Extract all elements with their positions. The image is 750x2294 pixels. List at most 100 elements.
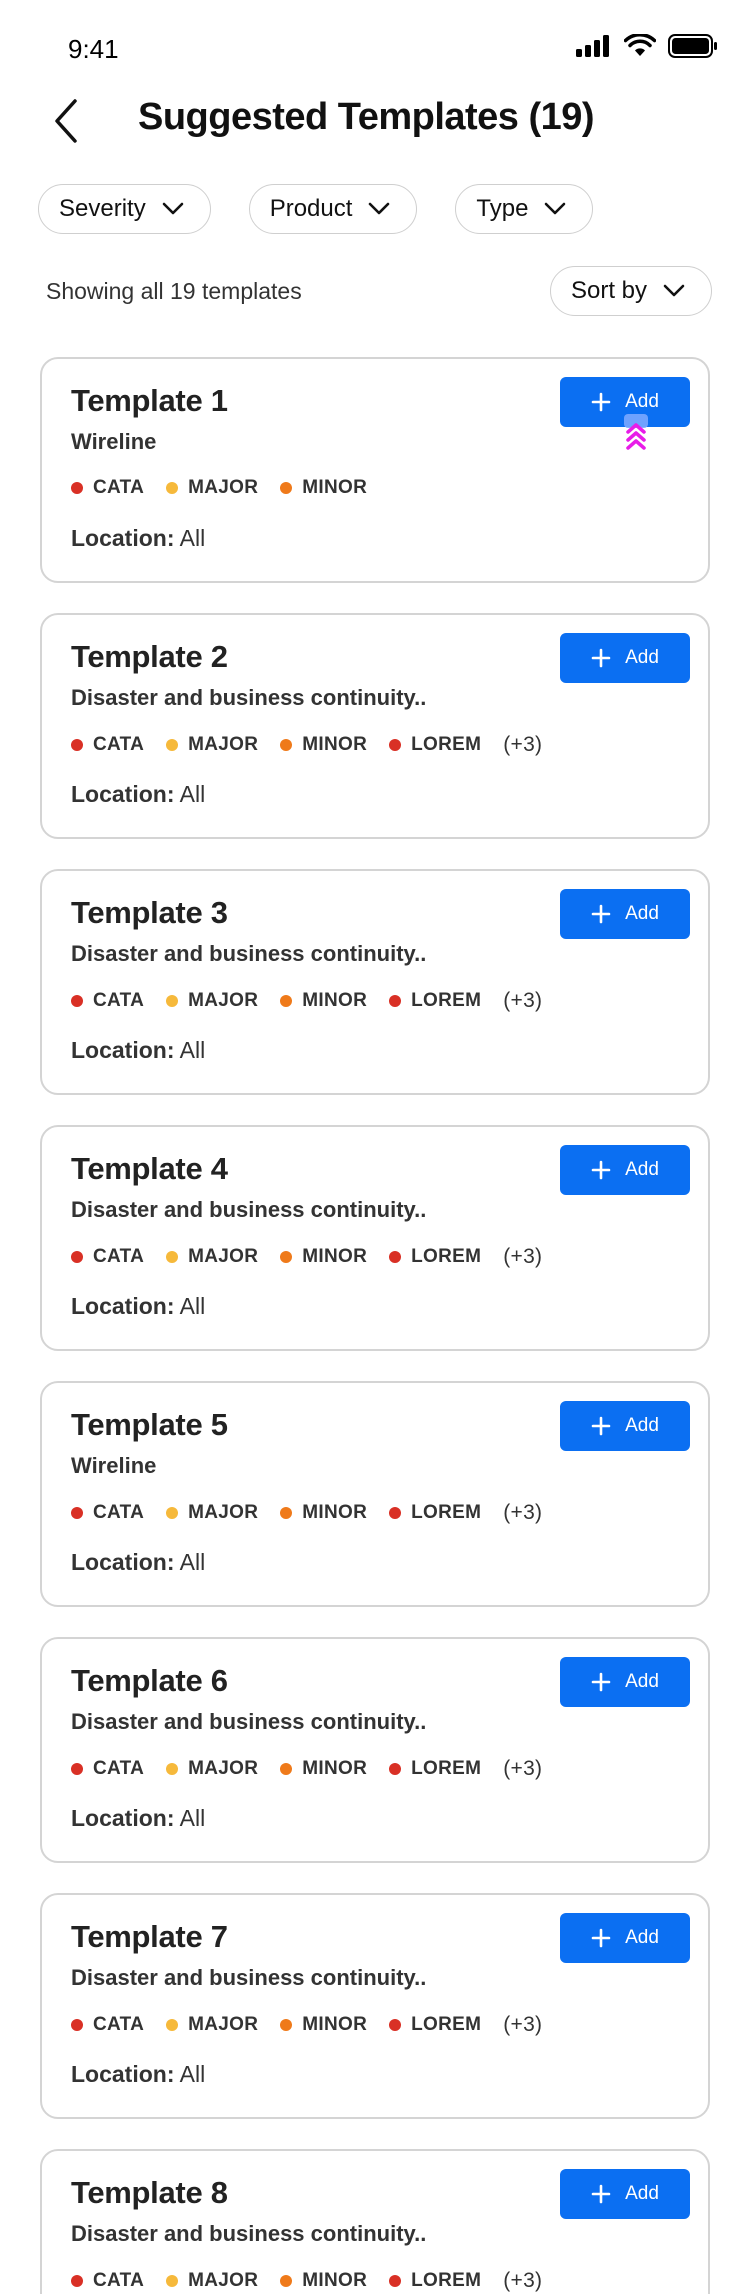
add-template-button[interactable]: Add bbox=[560, 1145, 690, 1195]
severity-tag: MINOR bbox=[280, 1502, 367, 1524]
severity-tag: MAJOR bbox=[166, 1246, 258, 1268]
add-template-button[interactable]: Add bbox=[560, 2169, 690, 2219]
severity-tag: MINOR bbox=[280, 477, 367, 499]
severity-tag: CATA bbox=[71, 477, 144, 499]
severity-dot-icon bbox=[71, 1763, 83, 1775]
location-value: All bbox=[179, 1293, 206, 1319]
severity-dot-icon bbox=[71, 739, 83, 751]
add-template-button[interactable]: Add bbox=[560, 633, 690, 683]
severity-dot-icon bbox=[389, 995, 402, 1007]
template-card[interactable]: Template 6 Disaster and business continui… bbox=[40, 1637, 710, 1863]
card-title: Template 2 bbox=[71, 639, 228, 674]
severity-dot-icon bbox=[389, 1507, 402, 1519]
severity-tags: CATA MAJOR MINOR LOREM (+3) bbox=[71, 1501, 542, 1525]
severity-tag: MAJOR bbox=[166, 2014, 258, 2036]
severity-dot-icon bbox=[71, 2019, 83, 2031]
card-location: Location: All bbox=[71, 1805, 205, 1832]
card-subtitle: Disaster and business continuity.. bbox=[71, 1197, 427, 1222]
severity-dot-icon bbox=[389, 1763, 402, 1775]
add-button-label: Add bbox=[625, 2183, 659, 2204]
location-label: Location: bbox=[71, 525, 175, 551]
severity-tag: CATA bbox=[71, 2014, 144, 2036]
severity-dot-icon bbox=[166, 1251, 179, 1263]
severity-tag: CATA bbox=[71, 734, 144, 756]
plus-icon bbox=[591, 1160, 611, 1180]
card-subtitle: Disaster and business continuity.. bbox=[71, 941, 427, 966]
more-tags-count: (+3) bbox=[503, 1501, 543, 1524]
status-time: 9:41 bbox=[68, 34, 119, 64]
template-card[interactable]: Template 7 Disaster and business continui… bbox=[40, 1893, 710, 2119]
location-value: All bbox=[179, 781, 206, 807]
location-label: Location: bbox=[71, 781, 175, 807]
severity-tags: CATA MAJOR MINOR LOREM (+3) bbox=[71, 2013, 542, 2037]
sort-by-dropdown[interactable]: Sort by bbox=[549, 266, 712, 316]
severity-tag-label: MINOR bbox=[302, 1758, 368, 1779]
add-button-label: Add bbox=[625, 391, 659, 412]
template-card[interactable]: Template 4 Disaster and business continui… bbox=[40, 1125, 710, 1351]
location-value: All bbox=[179, 525, 206, 551]
severity-tag-label: MINOR bbox=[302, 477, 368, 498]
severity-tag: CATA bbox=[71, 1502, 144, 1524]
filter-type[interactable]: Type bbox=[455, 184, 594, 234]
severity-tag-label: LOREM bbox=[411, 1758, 482, 1779]
filter-product[interactable]: Product bbox=[248, 184, 418, 234]
card-subtitle: Wireline bbox=[71, 429, 157, 454]
battery-icon bbox=[668, 34, 717, 58]
severity-tag-label: MINOR bbox=[302, 2270, 368, 2291]
template-card[interactable]: Template 8 Disaster and business continui… bbox=[40, 2149, 710, 2294]
severity-tag: LOREM bbox=[389, 2270, 481, 2292]
severity-tag: MINOR bbox=[280, 2014, 367, 2036]
template-card[interactable]: Template 2 Disaster and business continui… bbox=[40, 613, 710, 839]
add-template-button[interactable]: Add bbox=[560, 1401, 690, 1451]
severity-tag-label: MAJOR bbox=[188, 2270, 259, 2291]
template-card[interactable]: Template 1 Wireline CATA MAJOR MINOR Location… bbox=[40, 357, 710, 583]
status-icons bbox=[576, 34, 718, 58]
severity-tag: LOREM bbox=[389, 1246, 481, 1268]
severity-tag-label: MAJOR bbox=[188, 1502, 259, 1523]
severity-tag-label: CATA bbox=[93, 477, 145, 498]
filter-label: Type bbox=[476, 195, 529, 222]
severity-tag-label: MAJOR bbox=[188, 1246, 259, 1267]
severity-dot-icon bbox=[71, 1507, 83, 1519]
plus-icon bbox=[591, 1672, 611, 1692]
severity-tag: MAJOR bbox=[166, 1758, 258, 1780]
add-template-button[interactable]: Add bbox=[560, 889, 690, 939]
severity-tag: MINOR bbox=[280, 1246, 367, 1268]
filter-label: Product bbox=[269, 195, 353, 222]
filter-bar: Severity Product Type bbox=[38, 184, 594, 234]
back-button[interactable] bbox=[48, 98, 84, 144]
plus-icon bbox=[591, 904, 611, 924]
severity-tag: MINOR bbox=[280, 2270, 367, 2292]
severity-tags: CATA MAJOR MINOR bbox=[71, 477, 367, 499]
severity-tag-label: MAJOR bbox=[188, 2014, 259, 2035]
card-title: Template 1 bbox=[71, 383, 228, 418]
severity-dot-icon bbox=[166, 2019, 179, 2031]
location-label: Location: bbox=[71, 2061, 175, 2087]
severity-dot-icon bbox=[166, 2275, 179, 2287]
severity-tag-label: CATA bbox=[93, 990, 145, 1011]
add-template-button[interactable]: Add bbox=[560, 1657, 690, 1707]
severity-dot-icon bbox=[71, 995, 83, 1007]
filter-severity[interactable]: Severity bbox=[38, 184, 211, 234]
card-title: Template 7 bbox=[71, 1919, 228, 1954]
card-subtitle: Wireline bbox=[71, 1453, 157, 1478]
severity-tags: CATA MAJOR MINOR LOREM (+3) bbox=[71, 989, 542, 1013]
pointer-cursor-icon bbox=[624, 414, 648, 450]
location-value: All bbox=[179, 1805, 206, 1831]
severity-tag: MINOR bbox=[280, 990, 367, 1012]
severity-tag: LOREM bbox=[389, 734, 481, 756]
severity-dot-icon bbox=[280, 482, 293, 494]
severity-tag: CATA bbox=[71, 1758, 144, 1780]
severity-tag: CATA bbox=[71, 990, 144, 1012]
template-card[interactable]: Template 3 Disaster and business continui… bbox=[40, 869, 710, 1095]
severity-dot-icon bbox=[389, 1251, 402, 1263]
card-location: Location: All bbox=[71, 525, 205, 552]
card-location: Location: All bbox=[71, 1037, 205, 1064]
page-title: Suggested Templates (19) bbox=[138, 96, 595, 138]
add-template-button[interactable]: Add bbox=[560, 1913, 690, 1963]
severity-dot-icon bbox=[166, 739, 179, 751]
template-card[interactable]: Template 5 Wireline CATA MAJOR MINOR LOREM (+3… bbox=[40, 1381, 710, 1607]
severity-tags: CATA MAJOR MINOR LOREM (+3) bbox=[71, 1245, 542, 1269]
severity-tag-label: LOREM bbox=[411, 2014, 482, 2035]
severity-tag-label: MAJOR bbox=[188, 1758, 259, 1779]
